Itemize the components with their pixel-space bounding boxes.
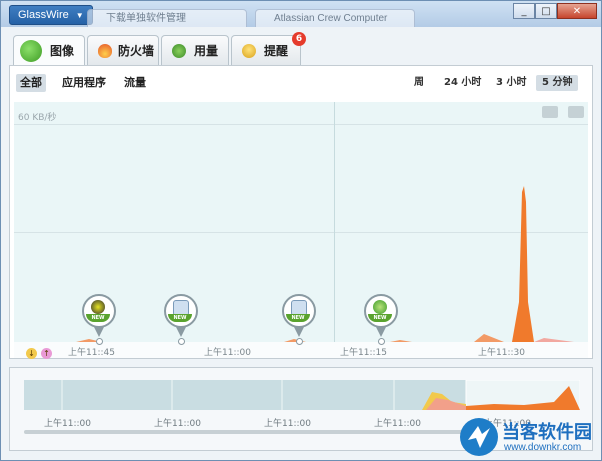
- timeline-scrollbar[interactable]: [24, 430, 464, 434]
- background-browser-tab: 下载单独软件管理: [87, 9, 247, 27]
- overview-tick-label: 上午11::00: [374, 419, 421, 429]
- close-icon: ✕: [572, 6, 582, 17]
- tab-graph-label: 图像: [50, 44, 75, 58]
- glasswire-window: GlassWire ▼ 下载单独软件管理 Atlassian Crew Comp…: [0, 0, 602, 461]
- minimize-icon: _: [521, 6, 527, 17]
- pin-stem: [176, 327, 186, 337]
- background-browser-tab: Atlassian Crew Computer: [255, 9, 415, 27]
- alerts-count-badge: 6: [292, 32, 306, 46]
- pin-stem: [94, 327, 104, 337]
- sync-app-icon: [91, 300, 105, 314]
- chevron-down-icon: ▼: [75, 11, 84, 20]
- range-3h[interactable]: 3 小时: [496, 75, 526, 91]
- pin-anchor: [96, 338, 103, 345]
- pin-anchor: [378, 338, 385, 345]
- app-event-pin[interactable]: NEW: [82, 294, 116, 346]
- pin-stem: [294, 327, 304, 337]
- maximize-button[interactable]: □: [535, 3, 557, 19]
- range-week[interactable]: 周: [414, 75, 424, 91]
- app-menu-button[interactable]: GlassWire ▼: [9, 5, 93, 25]
- app-menu-label: GlassWire: [18, 9, 69, 21]
- tab-usage[interactable]: 用量: [161, 35, 229, 65]
- flame-icon: [98, 44, 112, 58]
- pin-stem: [376, 327, 386, 337]
- pin-anchor: [296, 338, 303, 345]
- app-event-pin[interactable]: NEW: [364, 294, 398, 346]
- download-legend-icon[interactable]: ↓: [26, 348, 37, 359]
- background-tab-label: 下载单独软件管理: [106, 13, 186, 24]
- background-tab-label: Atlassian Crew Computer: [274, 13, 388, 24]
- time-tick-label: 上午11::00: [204, 348, 251, 358]
- app-event-pin[interactable]: NEW: [282, 294, 316, 346]
- main-tabs: 图像 防火墙 用量 提醒 6: [9, 32, 593, 66]
- tab-alerts-label: 提醒: [264, 44, 289, 58]
- browser-app-icon: [373, 300, 387, 314]
- usage-icon: [172, 44, 186, 58]
- filter-traffic[interactable]: 流量: [124, 74, 146, 92]
- watermark-url: www.downkr.com: [504, 442, 582, 453]
- filter-apps[interactable]: 应用程序: [62, 74, 106, 92]
- upload-legend-icon[interactable]: ↑: [41, 348, 52, 359]
- filter-all[interactable]: 全部: [16, 74, 46, 92]
- overview-plot: [61, 380, 580, 410]
- watermark-logo: [460, 418, 498, 456]
- pin-anchor: [178, 338, 185, 345]
- time-tick-label: 上午11::30: [478, 348, 525, 358]
- range-24h[interactable]: 24 小时: [444, 75, 481, 91]
- tab-firewall[interactable]: 防火墙: [87, 35, 159, 65]
- graph-panel: 全部 应用程序 流量 周 24 小时 3 小时 5 分钟 60 KB/秒 上午1…: [9, 65, 593, 359]
- range-5min[interactable]: 5 分钟: [536, 75, 579, 91]
- tab-graph[interactable]: 图像: [13, 35, 85, 66]
- time-tick-label: 上午11::45: [68, 348, 115, 358]
- bulb-icon: [242, 44, 256, 58]
- upload-area: [474, 334, 504, 342]
- minimize-button[interactable]: _: [513, 3, 535, 19]
- overview-tick-label: 上午11::00: [154, 419, 201, 429]
- overview-graph[interactable]: [24, 380, 580, 410]
- overview-tick-label: 上午11::00: [264, 419, 311, 429]
- graph-icon: [20, 40, 42, 62]
- overview-tick-label: 上午11::00: [44, 419, 91, 429]
- upload-spike: [512, 186, 534, 342]
- close-button[interactable]: ✕: [557, 3, 597, 19]
- tab-usage-label: 用量: [194, 44, 219, 58]
- time-tick-label: 上午11::15: [340, 348, 387, 358]
- title-bar: GlassWire ▼ 下载单独软件管理 Atlassian Crew Comp…: [1, 1, 601, 27]
- time-divider: [334, 102, 335, 342]
- site-watermark: 当客软件园 www.downkr.com: [456, 412, 602, 461]
- tab-firewall-label: 防火墙: [118, 44, 155, 58]
- tab-alerts[interactable]: 提醒: [231, 35, 301, 65]
- maximize-icon: □: [541, 6, 551, 17]
- watermark-title: 当客软件园: [502, 422, 592, 443]
- app-event-pin[interactable]: NEW: [164, 294, 198, 346]
